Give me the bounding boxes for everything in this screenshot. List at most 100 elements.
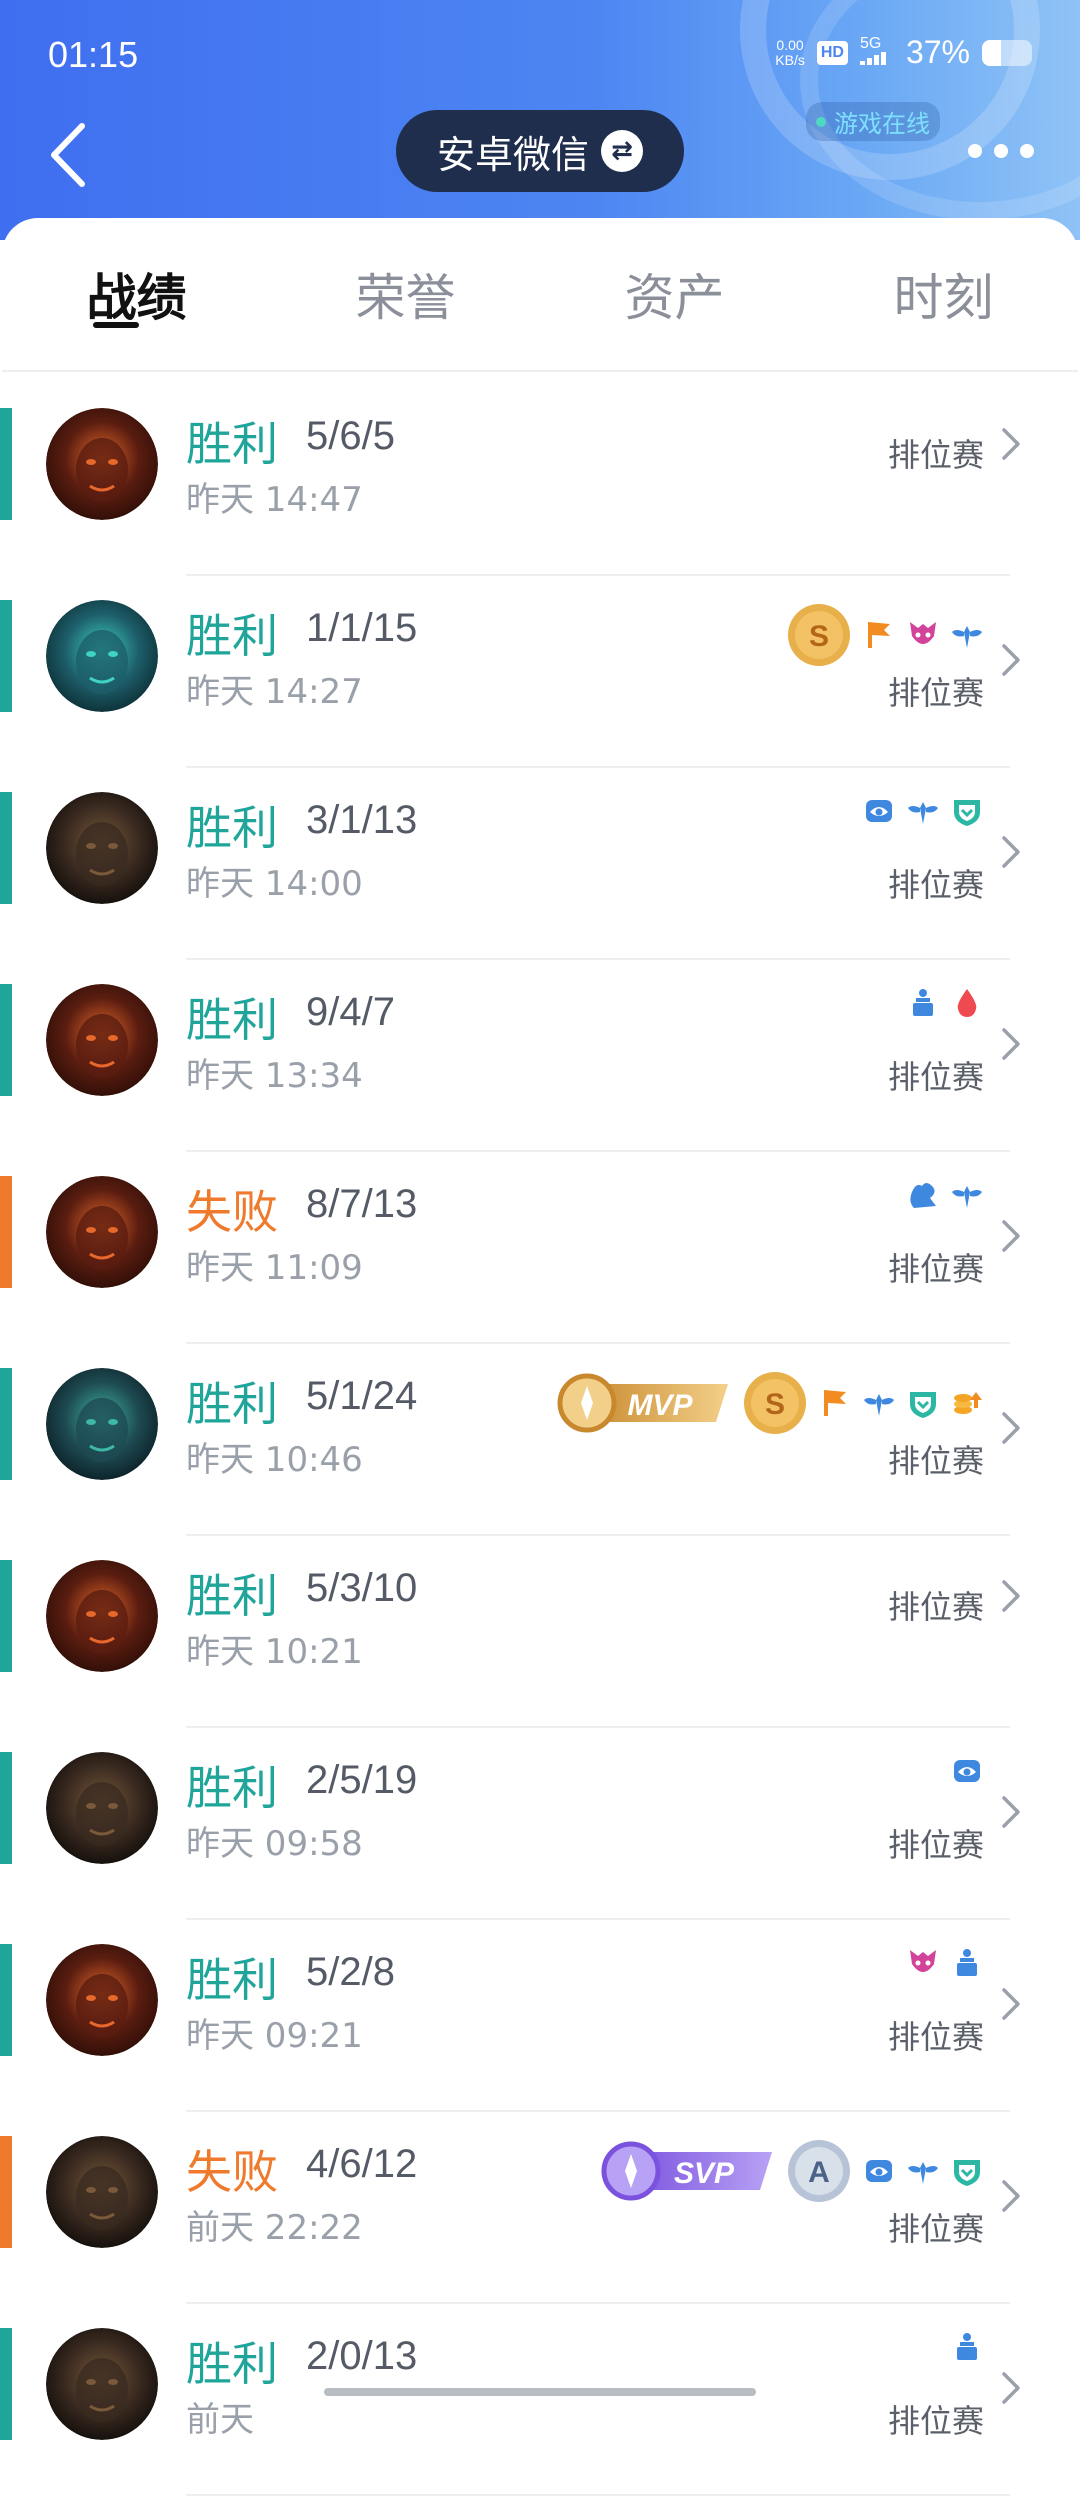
chevron-right-icon <box>1002 1412 1020 1444</box>
result-color-bar <box>0 1752 12 1864</box>
chevron-right-icon <box>1002 1988 1020 2020</box>
account-switch-button[interactable]: 安卓微信 ⇄ <box>396 110 684 192</box>
hero-avatar <box>46 1560 158 1672</box>
match-row[interactable]: 胜利 5/2/8 昨天 09:21 排位赛 <box>0 1920 1080 2112</box>
tab-label: 战绩 <box>86 269 187 327</box>
hero-avatar-image <box>46 1752 158 1864</box>
match-badges: MVP S <box>556 1370 984 1436</box>
match-row[interactable]: 胜利 5/6/5 昨天 14:47 排位赛 <box>0 384 1080 576</box>
hero-avatar-image <box>46 984 158 1096</box>
network-speed: 0.00 KB/s <box>775 37 805 68</box>
chevron-right-icon <box>1002 836 1020 868</box>
wings-icon <box>908 2162 938 2184</box>
result-color-bar <box>0 2136 12 2248</box>
tab-assets[interactable]: 资产 <box>545 218 805 370</box>
wings-icon <box>864 1394 894 1416</box>
eye-icon <box>954 1760 980 1782</box>
hero-avatar-image <box>46 408 158 520</box>
game-mode: 排位赛 <box>887 1826 984 1864</box>
status-time: 01:15 <box>48 34 139 75</box>
more-button[interactable] <box>968 144 1034 158</box>
match-row[interactable]: 失败 4/6/12 前天 22:22 SVP A 排位赛 <box>0 2112 1080 2304</box>
match-row[interactable]: 胜利 2/0/13 前天 排位赛 <box>0 2304 1080 2496</box>
match-row[interactable]: 胜利 5/1/24 昨天 10:46 MVP S 排位赛 <box>0 1344 1080 1536</box>
match-result: 胜利 <box>186 417 278 471</box>
game-mode: 排位赛 <box>887 674 984 712</box>
shield-icon <box>954 2160 980 2186</box>
signal-icon: 5G <box>859 36 894 68</box>
match-row[interactable]: 胜利 5/3/10 昨天 10:21 排位赛 <box>0 1536 1080 1728</box>
chevron-right-icon <box>1002 2372 1020 2404</box>
online-dot-icon <box>816 116 826 127</box>
result-color-bar <box>0 1368 12 1480</box>
kda-score: 5/1/24 <box>306 1374 418 1418</box>
hero-avatar-image <box>46 1368 158 1480</box>
eye-icon <box>866 800 892 822</box>
match-badges: S <box>786 602 984 668</box>
kda-score: 3/1/13 <box>306 798 418 842</box>
svg-text:SVP: SVP <box>674 2157 735 2190</box>
tab-moments[interactable]: 时刻 <box>814 218 1074 370</box>
match-time: 昨天 14:27 <box>186 672 363 712</box>
game-mode: 排位赛 <box>887 1058 984 1096</box>
back-button[interactable] <box>44 120 94 190</box>
game-mode: 排位赛 <box>887 436 984 474</box>
kda-score: 2/0/13 <box>306 2334 418 2378</box>
chevron-left-icon <box>51 123 85 187</box>
result-color-bar <box>0 600 12 712</box>
status-icons: 0.00 KB/s HD 5G 37% <box>775 34 1032 71</box>
match-result: 胜利 <box>186 1569 278 1623</box>
match-row[interactable]: 胜利 2/5/19 昨天 09:58 排位赛 <box>0 1728 1080 1920</box>
battery-text: 37% <box>905 34 970 70</box>
match-row[interactable]: 胜利 9/4/7 昨天 13:34 排位赛 <box>0 960 1080 1152</box>
game-mode: 排位赛 <box>887 2402 984 2440</box>
tower-icon <box>913 989 933 1016</box>
tab-record[interactable]: 战绩 <box>7 218 267 370</box>
wings-icon <box>952 1186 982 1208</box>
match-time: 前天 22:22 <box>186 2208 363 2248</box>
tab-label: 荣誉 <box>355 269 456 327</box>
match-badges <box>950 2330 984 2364</box>
tab-label: 时刻 <box>893 269 994 327</box>
svg-text:A: A <box>808 2156 830 2189</box>
svg-text:MVP: MVP <box>627 1389 693 1422</box>
match-badges <box>906 1946 984 1980</box>
tower-icon <box>957 2333 977 2360</box>
match-result: 失败 <box>186 1185 278 1239</box>
hero-avatar-image <box>46 792 158 904</box>
blood-icon <box>957 989 977 1017</box>
hd-icon: HD <box>816 40 848 65</box>
game-mode: 排位赛 <box>887 2018 984 2056</box>
result-color-bar <box>0 2328 12 2440</box>
hero-avatar <box>46 2136 158 2248</box>
match-row[interactable]: 失败 8/7/13 昨天 11:09 排位赛 <box>0 1152 1080 1344</box>
svg-text:S: S <box>809 620 829 653</box>
match-time: 前天 <box>186 2400 254 2440</box>
match-time: 昨天 13:34 <box>186 1056 363 1096</box>
match-result: 胜利 <box>186 609 278 663</box>
flag-icon <box>824 1390 846 1416</box>
match-result: 失败 <box>186 2145 278 2199</box>
hero-avatar <box>46 1176 158 1288</box>
tab-honor[interactable]: 荣誉 <box>276 218 536 370</box>
game-mode: 排位赛 <box>887 1442 984 1480</box>
account-label: 安卓微信 <box>436 132 589 177</box>
match-row[interactable]: 胜利 3/1/13 昨天 14:00 排位赛 <box>0 768 1080 960</box>
mvp-badge-icon: MVP <box>557 1373 728 1433</box>
match-badges: SVP A <box>600 2138 984 2204</box>
demon-icon <box>910 1950 936 1972</box>
match-result: 胜利 <box>186 801 278 855</box>
hero-avatar <box>46 408 158 520</box>
status-bar: 01:15 0.00 KB/s HD 5G 37% <box>0 0 1080 110</box>
match-result: 胜利 <box>186 1761 278 1815</box>
match-row[interactable]: 胜利 1/1/15 昨天 14:27 S 排位赛 <box>0 576 1080 768</box>
home-indicator[interactable] <box>324 2388 756 2396</box>
chevron-right-icon <box>1002 644 1020 676</box>
result-color-bar <box>0 1944 12 2056</box>
hero-avatar-image <box>46 1944 158 2056</box>
hero-avatar <box>46 984 158 1096</box>
shield-icon <box>954 800 980 826</box>
a-medal-icon: A <box>788 2140 850 2202</box>
chevron-right-icon <box>1002 1220 1020 1252</box>
eye-icon <box>866 2160 892 2182</box>
